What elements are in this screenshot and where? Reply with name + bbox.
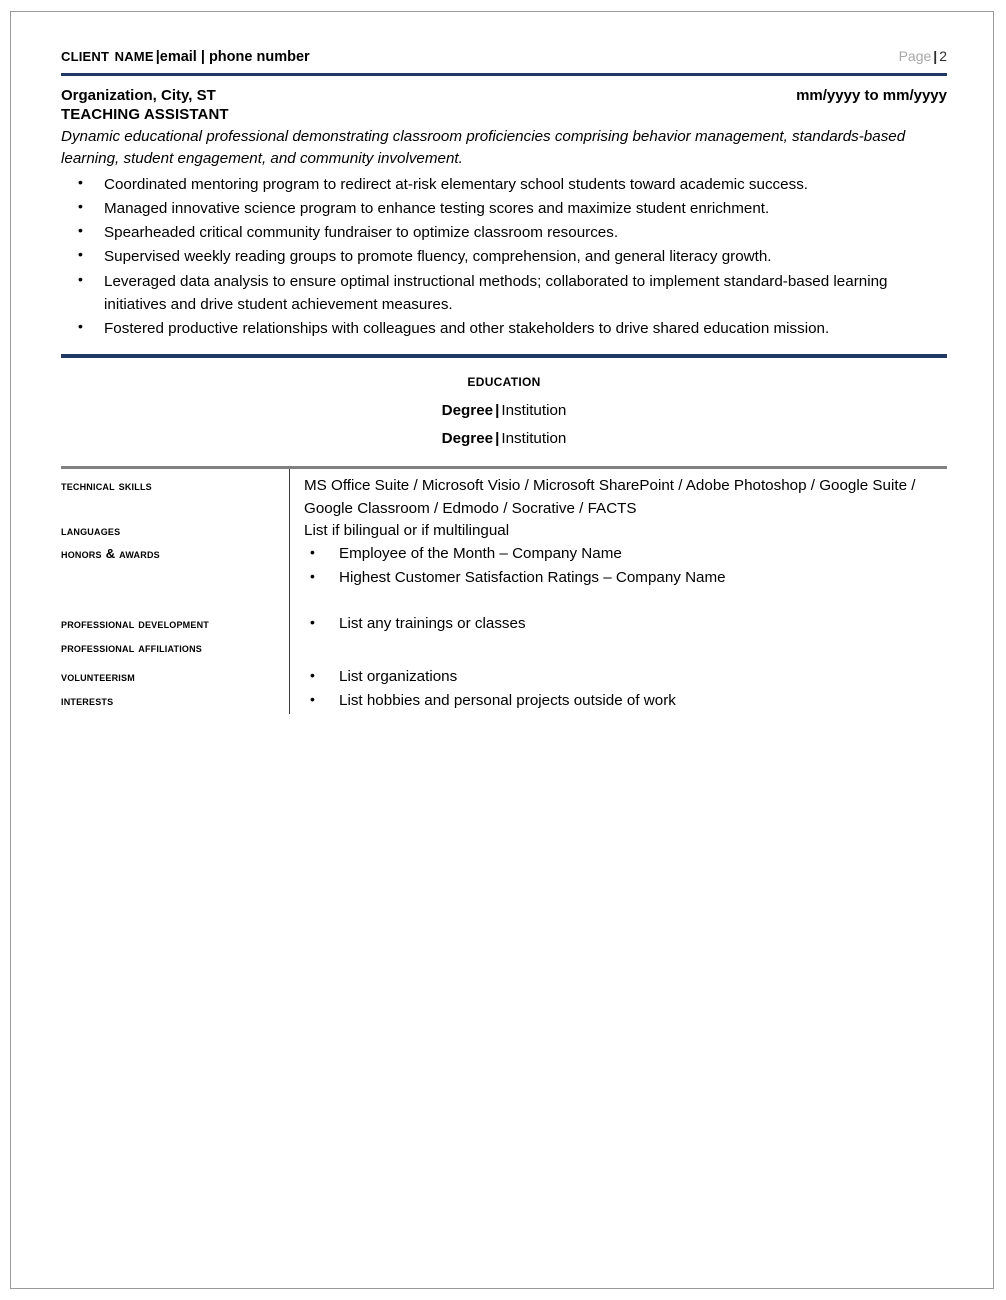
- document-content: Client Name |email | phone number Page | 2…: [61, 45, 947, 714]
- table-row: Volunteerism List organizations: [61, 665, 947, 690]
- list-item: Employee of the Month – Company Name: [304, 542, 947, 566]
- page-separator: |: [933, 48, 938, 64]
- professional-development-bullet-list: List any trainings or classes: [304, 612, 947, 636]
- row-label-honors-awards: Honors & Awards: [61, 546, 160, 562]
- row-value-honors-awards: Employee of the Month – Company Name Hig…: [289, 542, 947, 591]
- experience-summary: Dynamic educational professional demonst…: [61, 128, 906, 167]
- page-label: Page: [898, 48, 932, 64]
- list-item: Fostered productive relationships with c…: [61, 316, 947, 340]
- row-label-interests: Interests: [61, 693, 114, 709]
- experience-org-line: Organization, City, ST mm/yyyy to mm/yyy…: [61, 87, 947, 104]
- list-item: Supervised weekly reading groups to prom…: [61, 244, 947, 268]
- list-item: List hobbies and personal projects outsi…: [304, 689, 947, 713]
- table-gap-spacer: [61, 591, 947, 613]
- row-value-interests: List hobbies and personal projects outsi…: [289, 689, 947, 714]
- degree-label: Degree: [441, 429, 494, 447]
- page-value: 2: [939, 48, 947, 64]
- institution-name: Institution: [501, 429, 567, 447]
- education-divider-rule: [61, 353, 947, 358]
- table-row: Professional Affiliations: [61, 637, 947, 659]
- list-item: Highest Customer Satisfaction Ratings – …: [304, 566, 947, 590]
- education-heading: Education: [467, 370, 541, 390]
- row-label-volunteerism: Volunteerism: [61, 669, 135, 685]
- row-label-professional-affiliations: Professional Affiliations: [61, 639, 202, 655]
- list-item: List organizations: [304, 665, 947, 689]
- experience-entry: Organization, City, ST mm/yyyy to mm/yyy…: [61, 87, 947, 340]
- client-name: Client Name: [61, 45, 154, 66]
- list-item: Coordinated mentoring program to redirec…: [61, 172, 947, 196]
- list-item: Leveraged data analysis to ensure optima…: [61, 269, 947, 316]
- experience-bullet-list: Coordinated mentoring program to redirec…: [61, 172, 947, 340]
- honors-bullet-list: Employee of the Month – Company Name Hig…: [304, 542, 947, 590]
- table-gap-spacer: [61, 658, 947, 666]
- table-row: Interests List hobbies and personal proj…: [61, 689, 947, 714]
- contact-info: |email | phone number: [155, 49, 310, 65]
- table-row: Professional Development List any traini…: [61, 612, 947, 637]
- education-entry: Degree | Institution: [61, 402, 947, 419]
- institution-name: Institution: [501, 401, 567, 419]
- table-row: Languages List if bilingual or if multil…: [61, 520, 947, 543]
- organization-name: Organization, City, ST: [61, 87, 216, 104]
- interests-bullet-list: List hobbies and personal projects outsi…: [304, 689, 947, 713]
- row-label-professional-development: Professional Development: [61, 615, 209, 631]
- row-value-volunteerism: List organizations: [289, 665, 947, 690]
- skills-table-column-divider: [289, 468, 290, 714]
- list-item: Spearheaded critical community fundraise…: [61, 220, 947, 244]
- list-item: List any trainings or classes: [304, 612, 947, 636]
- degree-label: Degree: [441, 401, 494, 419]
- row-value-technical-skills: MS Office Suite / Microsoft Visio / Micr…: [304, 476, 916, 517]
- education-section: Education Degree | Institution Degree | Inst…: [61, 353, 947, 447]
- document-header: Client Name |email | phone number Page | 2: [61, 45, 947, 73]
- row-value-languages: List if bilingual or if multilingual: [304, 522, 510, 540]
- volunteerism-bullet-list: List organizations: [304, 665, 947, 689]
- header-divider-rule: [61, 73, 947, 76]
- resume-page: Client Name |email | phone number Page | 2…: [10, 11, 994, 1289]
- list-item: Managed innovative science program to en…: [61, 196, 947, 220]
- page-number-indicator: Page | 2: [899, 48, 947, 64]
- skills-table: Technical Skills MS Office Suite / Micro…: [61, 465, 947, 714]
- table-row: Technical Skills MS Office Suite / Micro…: [61, 475, 947, 521]
- job-title: TEACHING ASSISTANT: [61, 106, 229, 123]
- row-value-professional-development: List any trainings or classes: [289, 612, 947, 637]
- education-entry: Degree | Institution: [61, 430, 947, 447]
- employment-dates: mm/yyyy to mm/yyyy: [796, 87, 947, 104]
- table-row: Honors & Awards Employee of the Month – …: [61, 542, 947, 591]
- header-identity: Client Name |email | phone number: [61, 45, 310, 67]
- row-label-technical-skills: Technical Skills: [61, 477, 152, 493]
- row-label-languages: Languages: [61, 523, 121, 539]
